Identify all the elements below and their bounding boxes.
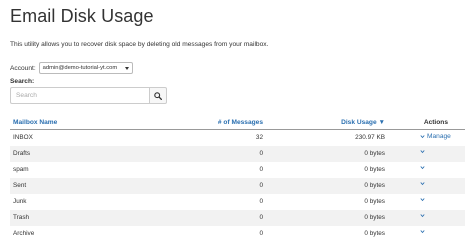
disk-usage: 0 bytes bbox=[364, 182, 385, 189]
row-action-toggle[interactable] bbox=[420, 229, 425, 234]
row-action-toggle[interactable] bbox=[420, 197, 425, 202]
mailbox-name: Sent bbox=[13, 182, 27, 189]
account-select-value: admin@demo-tutorial-yt.com bbox=[42, 65, 118, 71]
table-row: Sent 0 0 bytes bbox=[10, 178, 465, 194]
message-count: 0 bbox=[259, 150, 263, 157]
message-count: 0 bbox=[259, 198, 263, 205]
table-row: Junk 0 0 bytes bbox=[10, 194, 465, 210]
disk-usage: 0 bytes bbox=[364, 150, 385, 157]
chevron-down-icon bbox=[420, 135, 425, 139]
header-disk-usage[interactable]: Disk Usage ▼ bbox=[341, 119, 385, 126]
row-action-toggle[interactable] bbox=[420, 149, 425, 154]
mailbox-name: Archive bbox=[13, 230, 35, 237]
account-label: Account: bbox=[10, 64, 36, 72]
search-label: Search: bbox=[10, 78, 35, 85]
message-count: 0 bbox=[259, 214, 263, 221]
chevron-down-icon bbox=[420, 166, 425, 170]
manage-link[interactable]: Manage bbox=[420, 133, 451, 140]
table-row: INBOX 32 230.97 KB Manage bbox=[10, 130, 465, 146]
mailbox-name: Junk bbox=[13, 198, 27, 205]
chevron-down-icon bbox=[420, 198, 425, 202]
email-disk-usage-page: Email Disk Usage This utility allows you… bbox=[0, 0, 474, 243]
mailbox-name: spam bbox=[13, 166, 29, 173]
header-mailbox-name[interactable]: Mailbox Name bbox=[13, 119, 57, 126]
manage-label: Manage bbox=[427, 133, 451, 140]
mailbox-name: INBOX bbox=[13, 134, 33, 141]
disk-usage: 230.97 KB bbox=[355, 134, 385, 141]
message-count: 0 bbox=[259, 230, 263, 237]
search-group: Search bbox=[10, 87, 167, 104]
message-count: 0 bbox=[259, 182, 263, 189]
header-actions: Actions bbox=[423, 119, 448, 126]
message-count: 32 bbox=[255, 134, 263, 141]
page-description: This utility allows you to recover disk … bbox=[10, 41, 269, 48]
account-select[interactable]: admin@demo-tutorial-yt.com bbox=[38, 62, 133, 74]
account-row: Account: admin@demo-tutorial-yt.com bbox=[10, 62, 133, 74]
page-title: Email Disk Usage bbox=[10, 6, 154, 26]
mailbox-name: Trash bbox=[13, 214, 30, 221]
table-row: Trash 0 0 bytes bbox=[10, 210, 465, 226]
row-action-toggle[interactable] bbox=[420, 181, 425, 186]
disk-usage: 0 bytes bbox=[364, 198, 385, 205]
chevron-down-icon bbox=[420, 182, 425, 186]
chevron-down-icon bbox=[420, 230, 425, 234]
table-row: Drafts 0 0 bytes bbox=[10, 146, 465, 162]
disk-usage: 0 bytes bbox=[364, 230, 385, 237]
mailbox-name: Drafts bbox=[13, 150, 31, 157]
caret-down-icon bbox=[124, 66, 129, 70]
search-input[interactable]: Search bbox=[10, 87, 149, 104]
table-header: Mailbox Name # of Messages Disk Usage ▼ … bbox=[10, 116, 465, 130]
table-row: spam 0 0 bytes bbox=[10, 162, 465, 178]
table-row: Archive 0 0 bytes bbox=[10, 226, 465, 242]
row-action-toggle[interactable] bbox=[420, 213, 425, 218]
header-messages[interactable]: # of Messages bbox=[218, 119, 263, 126]
disk-usage: 0 bytes bbox=[364, 214, 385, 221]
row-action-toggle[interactable] bbox=[420, 165, 425, 170]
message-count: 0 bbox=[259, 166, 263, 173]
chevron-down-icon bbox=[420, 150, 425, 154]
disk-usage: 0 bytes bbox=[364, 166, 385, 173]
search-button[interactable] bbox=[149, 87, 167, 104]
mailbox-table: Mailbox Name # of Messages Disk Usage ▼ … bbox=[10, 116, 465, 237]
search-icon bbox=[154, 91, 162, 100]
chevron-down-icon bbox=[420, 214, 425, 218]
